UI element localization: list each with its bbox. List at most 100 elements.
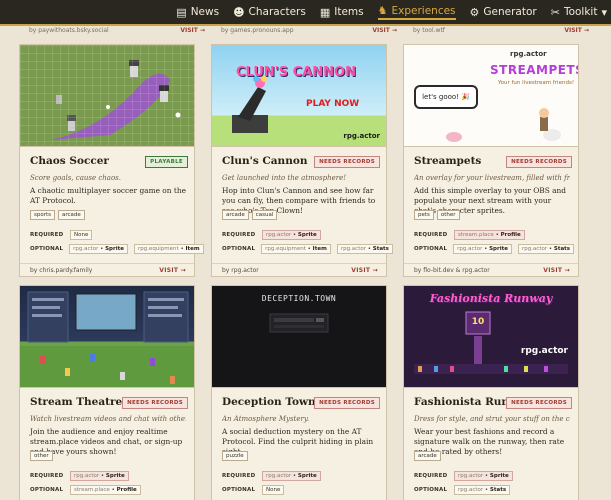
card-title[interactable]: Deception Town bbox=[222, 396, 316, 408]
record-chip[interactable]: rpg.actor • Stats bbox=[454, 485, 511, 495]
required-label: REQUIRED bbox=[30, 232, 64, 238]
record-chip[interactable]: stream.place • Profile bbox=[70, 485, 141, 495]
experience-card[interactable]: Chaos Soccer PLAYABLE Score goals, cause… bbox=[19, 44, 204, 277]
top-navigation: ▤ News ☻ Characters ▦ Items ♞ Experiences ⚙ G… bbox=[0, 0, 611, 26]
card-footer: by chris.pardy.family VISIT → bbox=[20, 263, 194, 276]
record-chip: None bbox=[262, 485, 285, 495]
nav-experiences[interactable]: ♞ Experiences bbox=[377, 4, 456, 20]
required-label: REQUIRED bbox=[30, 473, 64, 479]
card-thumbnail[interactable]: Fashionista Runway 10 rpg.actor bbox=[404, 286, 578, 388]
tag[interactable]: sports bbox=[30, 210, 56, 220]
record-chip[interactable]: rpg.actor • Stats bbox=[517, 244, 575, 254]
required-records: REQUIRED rpg.actor • Sprite bbox=[222, 471, 378, 481]
visit-link[interactable]: VISIT → bbox=[351, 267, 378, 274]
optional-records: OPTIONAL rpg.actor • Sprite rpg.equipmen… bbox=[30, 244, 204, 254]
nav-toolkit[interactable]: ✂ Toolkit ▾ bbox=[551, 6, 607, 18]
nav-characters[interactable]: ☻ Characters bbox=[233, 6, 306, 18]
optional-records: OPTIONAL None bbox=[222, 485, 378, 495]
card-title[interactable]: Clun's Cannon bbox=[222, 155, 307, 167]
thumb-score: 10 bbox=[471, 317, 485, 327]
card-title[interactable]: Stream Theatre bbox=[30, 396, 122, 408]
experience-card[interactable]: Stream Theatre NEEDS RECORDS Watch lives… bbox=[19, 285, 195, 500]
nav-items-label: Items bbox=[334, 6, 364, 18]
previous-card-footer: by tool.wtf VISIT → bbox=[413, 26, 589, 34]
record-domain: stream.place bbox=[74, 487, 110, 493]
card-thumbnail[interactable]: rpg.actor STREAMPETS Your fun livestream… bbox=[404, 45, 578, 147]
experience-card[interactable]: rpg.actor STREAMPETS Your fun livestream… bbox=[403, 44, 579, 277]
record-type: Stats bbox=[372, 246, 389, 252]
nav-items[interactable]: ▦ Items bbox=[320, 6, 364, 18]
previous-visit-link[interactable]: VISIT → bbox=[564, 27, 589, 34]
tag[interactable]: other bbox=[30, 451, 53, 461]
previous-card-footer: by games.pronouns.app VISIT → bbox=[221, 26, 397, 34]
record-chip[interactable]: rpg.equipment • Item bbox=[261, 244, 331, 254]
nav-news[interactable]: ▤ News bbox=[176, 6, 219, 18]
record-chip[interactable]: rpg.actor • Sprite bbox=[454, 471, 513, 481]
experience-card[interactable]: CLUN'S CANNON PLAY NOW rpg.actor Clun's … bbox=[211, 44, 393, 277]
card-author[interactable]: by chris.pardy.family bbox=[30, 267, 92, 274]
card-description: A chaotic multiplayer soccer game on the… bbox=[30, 186, 186, 205]
previous-author: by paywithoats.bsky.social bbox=[29, 26, 109, 34]
record-chip[interactable]: rpg.equipment • Item bbox=[133, 244, 204, 254]
previous-visit-link[interactable]: VISIT → bbox=[180, 27, 205, 34]
tag[interactable]: puzzle bbox=[222, 451, 248, 461]
nav-experiences-label: Experiences bbox=[391, 4, 456, 17]
experience-card[interactable]: Fashionista Runway 10 rpg.actor Fashioni… bbox=[403, 285, 579, 500]
nav-generator[interactable]: ⚙ Generator bbox=[470, 6, 537, 18]
required-records: REQUIRED None bbox=[30, 230, 186, 240]
card-thumbnail[interactable]: CLUN'S CANNON PLAY NOW rpg.actor bbox=[212, 45, 386, 147]
chevron-down-icon: ▾ bbox=[601, 5, 607, 19]
card-tagline: Score goals, cause chaos. bbox=[30, 174, 121, 182]
record-chip[interactable]: rpg.actor • Stats bbox=[336, 244, 393, 254]
newspaper-icon: ▤ bbox=[176, 5, 187, 19]
previous-visit-link[interactable]: VISIT → bbox=[372, 27, 397, 34]
experience-card[interactable]: DECEPTION.TOWN Deception Town NEEDS RECO… bbox=[211, 285, 387, 500]
tag[interactable]: other bbox=[436, 210, 460, 220]
tag[interactable]: arcade bbox=[222, 210, 249, 220]
tag[interactable]: casual bbox=[251, 210, 278, 220]
record-type: Sprite bbox=[105, 473, 125, 479]
tag[interactable]: arcade bbox=[414, 451, 441, 461]
theatre-scene-illustration bbox=[20, 291, 194, 387]
record-chip[interactable]: rpg.actor • Sprite bbox=[262, 471, 321, 481]
required-records: REQUIRED rpg.actor • Sprite bbox=[30, 471, 186, 481]
card-title[interactable]: Streampets bbox=[414, 155, 481, 167]
card-thumbnail[interactable] bbox=[20, 45, 194, 147]
runway-illustration bbox=[414, 311, 568, 374]
record-domain: rpg.actor bbox=[74, 473, 100, 479]
record-chip[interactable]: rpg.actor • Sprite bbox=[262, 230, 321, 240]
visit-link[interactable]: VISIT → bbox=[543, 267, 570, 274]
card-tagline: Get launched into the atmosphere! bbox=[222, 174, 347, 182]
optional-label: OPTIONAL bbox=[414, 246, 448, 252]
card-author[interactable]: by rpg.actor bbox=[222, 267, 259, 274]
record-domain: rpg.actor bbox=[458, 473, 484, 479]
status-badge: NEEDS RECORDS bbox=[506, 397, 572, 409]
record-chip[interactable]: rpg.actor • Sprite bbox=[70, 471, 129, 481]
optional-label: OPTIONAL bbox=[222, 246, 256, 252]
status-badge: NEEDS RECORDS bbox=[314, 397, 380, 409]
required-label: REQUIRED bbox=[414, 473, 448, 479]
required-label: REQUIRED bbox=[222, 232, 256, 238]
record-type: Sprite bbox=[105, 246, 124, 252]
tag[interactable]: arcade bbox=[58, 210, 85, 220]
record-chip[interactable]: rpg.actor • Sprite bbox=[69, 244, 128, 254]
record-domain: rpg.actor bbox=[73, 246, 99, 252]
required-label: REQUIRED bbox=[414, 232, 448, 238]
record-chip[interactable]: rpg.actor • Sprite bbox=[453, 244, 512, 254]
optional-label: OPTIONAL bbox=[30, 487, 64, 493]
tag[interactable]: pets bbox=[414, 210, 434, 220]
card-thumbnail[interactable] bbox=[20, 286, 194, 388]
card-author[interactable]: by flo-bit.dev & rpg.actor bbox=[414, 267, 490, 274]
items-icon: ▦ bbox=[319, 5, 331, 19]
nav-characters-label: Characters bbox=[248, 6, 306, 18]
record-domain: rpg.actor bbox=[457, 246, 483, 252]
card-thumbnail[interactable]: DECEPTION.TOWN bbox=[212, 286, 386, 388]
visit-link[interactable]: VISIT → bbox=[159, 267, 186, 274]
card-footer: by flo-bit.dev & rpg.actor VISIT → bbox=[404, 263, 578, 276]
card-title[interactable]: Chaos Soccer bbox=[30, 155, 109, 167]
record-type: Profile bbox=[116, 487, 137, 493]
status-badge: PLAYABLE bbox=[145, 156, 188, 168]
record-domain: stream.place bbox=[458, 232, 494, 238]
record-chip[interactable]: stream.place • Profile bbox=[454, 230, 525, 240]
record-type: Sprite bbox=[489, 246, 508, 252]
